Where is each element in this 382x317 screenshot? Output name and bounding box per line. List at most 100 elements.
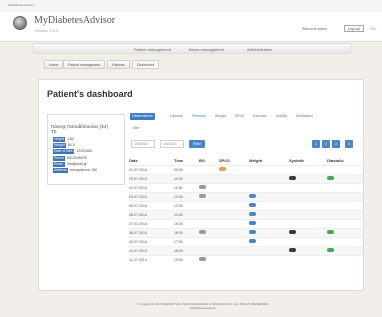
cell-date: 08-07-2014 [129,227,174,237]
date-from-input[interactable]: 1/6/2014 [131,140,155,148]
tab-spo2[interactable]: SPO2 [233,113,246,120]
patient-field: Weight 84.0 [53,143,75,148]
tab-exercise[interactable]: Exercise [251,113,268,120]
measurement-badge[interactable] [249,194,256,198]
cell-diastolic [327,227,363,237]
cell-systolic [289,164,327,174]
table-row: 01-07-2014 09:00 [129,164,363,174]
filter-button[interactable]: Filter [189,140,205,148]
column-header[interactable]: Date [129,156,174,165]
measurement-badge[interactable] [249,221,256,225]
measurement-badge[interactable] [199,194,206,198]
tab-activity[interactable]: Activity [274,113,289,120]
breadcrumb: Home Patient management Patients Dashboa… [44,60,362,70]
column-header[interactable]: Systolic [289,156,327,165]
logout-button[interactable]: Log out [344,25,364,32]
measurement-badge[interactable] [327,176,334,180]
cell-bg [199,209,219,219]
nav-administration[interactable]: Administration [247,47,272,52]
logo-icon[interactable] [13,16,27,30]
cell-systolic [289,191,327,201]
footer: © Copyright 2014 PERCEPTUAL TECH RESEARC… [113,302,293,310]
cell-diastolic [327,218,363,228]
tab-medication[interactable]: Medication [294,113,315,120]
main-nav: Patient management Ilness management Adm… [33,43,351,54]
cell-spo2 [219,191,249,201]
brand-title[interactable]: MyDiabetesAdvisor [34,15,115,26]
cell-diastolic [327,191,363,201]
cell-time: 09:00 [174,164,199,174]
cell-bg [199,182,219,192]
cell-date: 10-07-2014 [129,245,174,255]
measurement-badge[interactable] [219,167,226,171]
cell-weight [249,191,289,201]
page-title: Patient's dashboard [47,89,133,99]
measurement-badge[interactable] [199,257,206,262]
measurement-badge[interactable] [289,248,296,252]
cell-diastolic [327,182,363,192]
cell-diastolic [327,173,363,183]
cell-bg [199,173,219,183]
tab-pressure[interactable]: Pressure [190,113,208,120]
browser-tab-label: MyDiabetesAdvisor [8,3,34,7]
nav-patient-management[interactable]: Patient management [134,47,171,52]
cell-bg [199,218,219,228]
table-row: 03-07-2014 11:00 [129,182,363,192]
breadcrumb-patient-management[interactable]: Patient management [63,60,106,69]
cell-systolic [289,236,327,246]
measurement-badge[interactable] [249,212,256,216]
page-button[interactable]: 1 [312,140,320,148]
column-header[interactable]: SPO2 [219,156,249,165]
table-row: 07-07-2014 15:00 [129,218,363,228]
cell-weight [249,236,289,246]
page-button[interactable]: 3 [332,140,340,148]
cell-weight [249,209,289,219]
column-header[interactable]: Time [174,156,199,165]
measurement-badge[interactable] [249,203,256,207]
date-to-input[interactable]: 1/6/2014 [160,140,184,148]
cell-weight [249,254,289,264]
measurement-badge[interactable] [327,248,334,252]
language-selector[interactable]: En [371,26,376,31]
cell-systolic [289,245,327,255]
cell-bg [199,236,219,246]
tab-weight[interactable]: Weight [213,113,228,120]
cell-spo2 [219,182,249,192]
patient-field: Height 1.82 [53,137,74,142]
browser-bar: MyDiabetesAdvisor [0,0,382,12]
cell-bg [199,254,219,264]
cell-spo2 [219,227,249,237]
data-tabs: Observations Glucose Pressure Weight SPO… [129,113,366,131]
measurement-badge[interactable] [289,176,296,180]
measurement-badge[interactable] [249,230,256,234]
welcome-text: Welcome admin [302,27,328,31]
cell-date: 07-07-2014 [129,218,174,228]
cell-time: 17:00 [174,236,199,246]
cell-bg [199,164,219,174]
column-header[interactable]: Weight [249,156,289,165]
version-label: Version 1.0.0 [35,28,59,33]
measurement-badge[interactable] [327,230,334,234]
tab-diet[interactable]: Diet [133,126,139,130]
measurement-badge[interactable] [249,239,256,243]
patient-field: Address Ιπποκράτους 150 [53,168,97,173]
page-button[interactable]: 4 [345,140,353,148]
measurement-badge[interactable] [199,230,206,234]
column-header[interactable]: BG [199,156,219,165]
cell-bg [199,191,219,201]
cell-spo2 [219,209,249,219]
measurement-badge[interactable] [199,185,206,189]
breadcrumb-patients[interactable]: Patients [107,60,130,69]
measurement-badge[interactable] [289,230,296,234]
cell-weight [249,218,289,228]
nav-ilness-management[interactable]: Ilness management [189,47,224,52]
tab-observations[interactable]: Observations [130,113,155,120]
tab-glucose[interactable]: Glucose [168,113,185,120]
cell-diastolic [327,164,363,174]
breadcrumb-home[interactable]: Home [44,60,64,69]
cell-time: 12:00 [174,191,199,201]
cell-weight [249,173,289,183]
table-header-row: Date Time BG SPO2 Weight Systolic Diasto… [129,156,363,165]
column-header[interactable]: Diastolic [327,156,363,165]
page-button[interactable]: 2 [322,140,330,148]
